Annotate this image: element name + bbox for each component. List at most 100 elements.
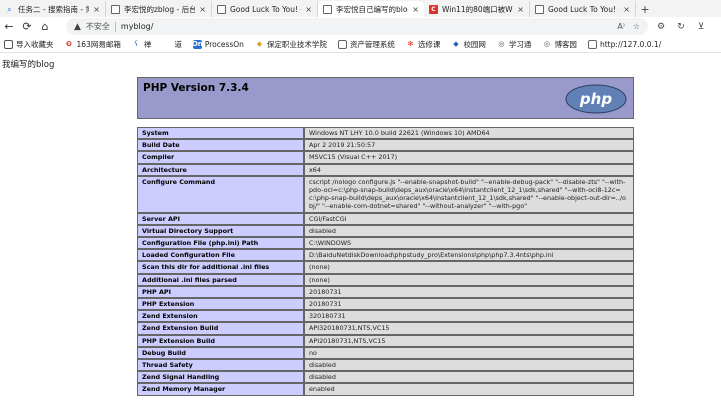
table-row: Additional .ini files parsed (none) <box>137 273 634 286</box>
tab-close-icon[interactable]: × <box>412 5 419 14</box>
tab-close-icon[interactable]: × <box>93 5 100 14</box>
tab-title: 李宏悦的zblog - 后台首页 <box>124 4 196 14</box>
favorite-link[interactable]: ◎ 学习通 <box>497 39 532 50</box>
tab-list: ⌕任务二 - 搜索指南 - 博客园×李宏悦的zblog - 后台首页×Good … <box>0 0 636 17</box>
favorite-label: 学习通 <box>508 39 532 49</box>
course-icon: ✻ <box>407 39 414 48</box>
favorite-link[interactable]: ❾ 163网易邮箱 <box>65 39 121 50</box>
tab-title: 任务二 - 搜索指南 - 博客园 <box>18 4 89 14</box>
php-logo-icon: php <box>565 84 627 114</box>
row-key: PHP API <box>137 285 304 299</box>
table-row: Thread Safety disabled <box>137 359 634 372</box>
table-row: Zend Extension 320180731 <box>137 310 634 323</box>
favorite-label: 禅 <box>143 39 152 49</box>
row-value: 320180731 <box>304 310 634 323</box>
tab-close-icon[interactable]: × <box>623 5 630 14</box>
favorite-link[interactable]: ✻ 选修课 <box>406 39 441 50</box>
address-divider <box>114 21 116 32</box>
refresh-extension-icon[interactable]: ↻ <box>672 18 690 35</box>
browser-tab[interactable]: C Win11的80端口被WinSpar× <box>424 1 530 17</box>
navigation-bar: ← ⟳ ⌂ ▲ 不安全 myblog/ A⁾ ☆ ⚙ ↻ ⊻ <box>0 17 721 36</box>
search-site-icon: ⌕ <box>7 4 12 14</box>
school-icon: ◆ <box>256 39 263 48</box>
row-key: Zend Signal Handling <box>137 371 304 384</box>
row-value: cscript /nologo configure.js "--enable-s… <box>304 175 634 213</box>
tab-title: Win11的80端口被WinSpar <box>442 4 514 14</box>
browser-tab[interactable]: Good Luck To You! - 李宏悦 × <box>212 1 318 17</box>
favorite-link[interactable]: On ProcessOn <box>192 39 244 49</box>
row-value: Windows NT LHY 10.0 build 22621 (Windows… <box>304 127 634 140</box>
table-row: Virtual Directory Support disabled <box>137 224 634 238</box>
favorite-link[interactable]: ◆ 保定职业技术学院 <box>255 39 327 50</box>
table-row: Compiler MSVC15 (Visual C++ 2017) <box>137 151 634 164</box>
favorite-label: 博客园 <box>554 39 577 49</box>
favorite-link[interactable]: ◆ 校园网 <box>451 39 486 50</box>
php-info-header: PHP Version 7.3.4 php <box>137 77 634 119</box>
read-aloud-icon[interactable]: A⁾ <box>617 22 624 31</box>
page-icon <box>323 4 332 14</box>
table-row: PHP Extension Build API20180731,NTS,VC15 <box>137 334 634 347</box>
home-icon[interactable]: ⌂ <box>36 18 54 35</box>
address-bar-actions: A⁾ ☆ <box>617 22 640 31</box>
favorite-label: 163网易邮箱 <box>76 39 121 49</box>
table-row: PHP API 20180731 <box>137 285 634 299</box>
favorite-link[interactable]: 道 <box>162 39 182 50</box>
table-row: System Windows NT LHY 10.0 build 22621 (W… <box>137 127 634 140</box>
tab-strip: ⌕任务二 - 搜索指南 - 博客园×李宏悦的zblog - 后台首页×Good … <box>0 0 721 17</box>
row-value: MSVC15 (Visual C++ 2017) <box>304 151 634 164</box>
row-key: Configure Command <box>137 175 304 213</box>
row-key: Thread Safety <box>137 359 304 372</box>
browser-tab[interactable]: ⌕ 任务二 - 搜索指南 - 博客园 × <box>0 1 106 17</box>
address-bar[interactable]: ▲ 不安全 myblog/ A⁾ ☆ <box>66 18 648 35</box>
tab-title: 李宏悦自己编写的blog <box>336 4 409 14</box>
row-key: Configuration File (php.ini) Path <box>137 237 304 250</box>
tao-icon <box>162 40 171 49</box>
row-key: System <box>137 127 304 140</box>
row-value: 20180731 <box>304 298 634 311</box>
warning-icon[interactable]: ▲ <box>74 22 81 32</box>
favorite-link[interactable]: ◎ 博客园 <box>542 39 577 50</box>
favorite-link[interactable]: ʕ禅 <box>132 39 152 50</box>
table-row: Architecture x64 <box>137 163 634 176</box>
url-text[interactable]: myblog/ <box>121 22 154 31</box>
favorite-link[interactable]: 导入收藏夹 <box>4 39 54 50</box>
row-value: disabled <box>304 359 634 372</box>
row-key: Zend Memory Manager <box>137 383 304 396</box>
tab-close-icon[interactable]: × <box>199 5 206 14</box>
browser-tab[interactable]: Good Luck To You! - 李宏悦 × <box>530 1 636 17</box>
site-logo-icon: C <box>429 4 438 14</box>
favorite-label: 导入收藏夹 <box>16 39 54 49</box>
row-value: disabled <box>304 224 634 238</box>
row-value: enabled <box>304 383 634 396</box>
globe-icon: ◎ <box>498 39 505 48</box>
security-label[interactable]: 不安全 <box>86 21 110 32</box>
favorite-link[interactable]: http://127.0.0.1/ <box>587 39 661 49</box>
extension-icon[interactable]: ⚙ <box>652 18 670 35</box>
page-icon <box>111 4 120 14</box>
new-tab-button[interactable]: + <box>636 1 654 17</box>
table-row: Configure Command cscript /nologo configu… <box>137 175 634 213</box>
tab-close-icon[interactable]: × <box>305 5 312 14</box>
favorite-label: 校园网 <box>463 39 486 49</box>
refresh-icon[interactable]: ⟳ <box>18 18 36 35</box>
row-key: Loaded Configuration File <box>137 249 304 262</box>
row-key: Zend Extension <box>137 310 304 323</box>
row-value: 20180731 <box>304 285 634 299</box>
table-row: Server API CGI/FastCGI <box>137 212 634 225</box>
browser-tab[interactable]: 李宏悦的zblog - 后台首页× <box>106 1 212 17</box>
table-row: Loaded Configuration File D:\BaiduNetdisk… <box>137 249 634 262</box>
table-row: Build Date Apr 2 2019 21:50:57 <box>137 139 634 152</box>
row-value: C:\WINDOWS <box>304 237 634 250</box>
page-icon <box>587 39 597 49</box>
tab-title: Good Luck To You! - 李宏悦 <box>230 4 301 14</box>
php-info-table: System Windows NT LHY 10.0 build 22621 (W… <box>137 127 634 396</box>
back-arrow-icon[interactable]: ← <box>0 18 18 35</box>
tab-close-icon[interactable]: × <box>517 5 524 14</box>
row-value: no <box>304 346 634 360</box>
row-key: Zend Extension Build <box>137 322 304 335</box>
favorite-star-icon[interactable]: ☆ <box>633 22 640 31</box>
collections-icon[interactable]: ⊻ <box>692 18 710 35</box>
browser-tab[interactable]: 李宏悦自己编写的blog × <box>318 1 424 17</box>
row-key: Virtual Directory Support <box>137 224 304 238</box>
favorite-link[interactable]: 资产管理系统 <box>337 39 395 50</box>
